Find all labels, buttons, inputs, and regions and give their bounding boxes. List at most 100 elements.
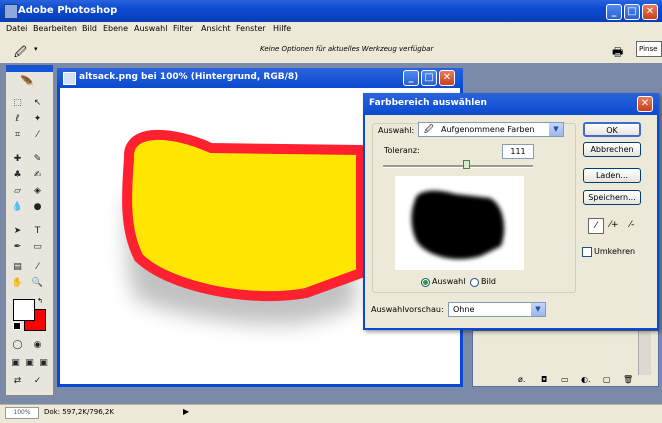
doc-size: Dok: 597,2K/796,2K [44, 408, 114, 416]
menu-bar: Datei Bearbeiten Bild Ebene Auswahl Filt… [0, 22, 662, 37]
toolbox-header [6, 65, 53, 72]
document-minimize-button[interactable]: _ [403, 70, 419, 86]
eyedropper-tool-icon[interactable]: ⁄ [30, 261, 45, 273]
text-tool-icon[interactable]: T [30, 225, 45, 237]
slice-tool-icon[interactable]: ⁄ [30, 129, 45, 141]
auswahl-dropdown[interactable]: 🖉 Aufgenommene Farben ▼ [418, 122, 564, 137]
brush-tool-icon[interactable]: ✎ [30, 153, 45, 165]
dialog-title: Farbbereich auswählen [369, 98, 487, 108]
menu-ansicht[interactable]: Ansicht [201, 24, 231, 33]
layer-style-icon[interactable]: ø. [518, 375, 525, 384]
path-selection-tool-icon[interactable]: ➤ [10, 225, 25, 237]
foreground-color-swatch[interactable] [13, 299, 35, 321]
paint-bucket-tool-icon[interactable]: ◈ [30, 185, 45, 197]
preview-value: Ohne [453, 305, 475, 314]
photoshop-logo-icon [4, 4, 18, 19]
yellow-bag-shape [122, 129, 366, 302]
ok-button[interactable]: OK [583, 122, 641, 137]
selection-mask-image [411, 190, 505, 260]
zoom-level[interactable]: 100% [5, 407, 39, 419]
status-bar: Dok: 597,2K/796,2K ▶ [0, 404, 662, 423]
dodge-tool-icon[interactable]: ● [30, 201, 45, 213]
app-title: Adobe Photoshop [18, 5, 118, 16]
invert-label: Umkehren [594, 247, 636, 256]
menu-fenster[interactable]: Fenster [236, 24, 266, 33]
edit-in-imageready-icon[interactable]: ✓ [30, 375, 45, 387]
move-tool-icon[interactable]: ↖ [30, 97, 45, 109]
healing-brush-tool-icon[interactable]: ✚ [10, 153, 25, 165]
screen-mode-full-icon[interactable]: ▣ [36, 357, 51, 369]
screen-mode-full-menu-icon[interactable]: ▣ [22, 357, 37, 369]
swap-colors-icon[interactable]: ↰ [37, 297, 43, 305]
preview-dropdown[interactable]: Ohne ▼ [448, 302, 546, 317]
eyedropper-add-icon[interactable]: ⁄+ [607, 218, 621, 232]
layers-palette: ø. ◘ ▭ ◐. ▢ 🗑 [472, 330, 659, 387]
menu-datei[interactable]: Datei [6, 24, 27, 33]
chevron-down-icon[interactable]: ▾ [34, 45, 38, 53]
quick-mask-mode-icon[interactable]: ◉ [30, 339, 45, 351]
menu-hilfe[interactable]: Hilfe [273, 24, 291, 33]
toleranz-slider-track[interactable] [383, 165, 533, 168]
marquee-tool-icon[interactable]: ⬚ [10, 97, 25, 109]
menu-bearbeiten[interactable]: Bearbeiten [33, 24, 77, 33]
options-bar: 🖉 ▾ Keine Optionen für aktuelles Werkzeu… [0, 37, 662, 64]
auswahl-label: Auswahl: [378, 126, 415, 135]
radio-bild[interactable] [470, 278, 479, 287]
menu-ebene[interactable]: Ebene [103, 24, 128, 33]
eyedropper-sample-icon[interactable]: ⁄ [588, 218, 604, 234]
document-close-button[interactable]: ✕ [439, 70, 455, 86]
adjustment-layer-icon[interactable]: ◐. [581, 375, 591, 384]
cancel-button[interactable]: Abbrechen [583, 142, 641, 157]
close-button[interactable]: ✕ [642, 4, 658, 20]
rectangle-tool-icon[interactable]: ▭ [30, 241, 45, 253]
screen-mode-standard-icon[interactable]: ▣ [8, 357, 23, 369]
jump-to-imageready-icon[interactable]: ⇄ [10, 375, 25, 387]
eraser-tool-icon[interactable]: ▱ [10, 185, 25, 197]
menu-auswahl[interactable]: Auswahl [134, 24, 167, 33]
chevron-down-icon: ▼ [531, 303, 545, 316]
history-brush-tool-icon[interactable]: ✍ [30, 169, 45, 181]
eyedropper-tool-preset-icon[interactable]: 🖉 [14, 43, 27, 64]
app-title-bar: Adobe Photoshop _ □ ✕ [0, 0, 662, 22]
notes-tool-icon[interactable]: ▤ [10, 261, 25, 273]
toleranz-slider-thumb[interactable] [462, 160, 470, 169]
brushes-palette-tab[interactable]: Pinse [636, 41, 662, 57]
magic-wand-tool-icon[interactable]: ✦ [30, 113, 45, 125]
eyedropper-icon: 🖉 [424, 125, 434, 135]
blur-tool-icon[interactable]: 💧 [10, 201, 25, 213]
status-menu-arrow-icon[interactable]: ▶ [183, 407, 189, 416]
document-maximize-button[interactable]: □ [421, 70, 437, 86]
lasso-tool-icon[interactable]: ℓ [10, 113, 25, 125]
layer-set-icon[interactable]: ▭ [561, 375, 569, 384]
trash-icon[interactable]: 🗑 [623, 375, 633, 384]
document-title: altsack.png bei 100% (Hintergrund, RGB/8… [79, 72, 299, 82]
save-button[interactable]: Speichern... [583, 190, 641, 205]
maximize-button[interactable]: □ [624, 4, 640, 20]
standard-mode-icon[interactable]: ◯ [10, 339, 25, 351]
menu-bild[interactable]: Bild [82, 24, 97, 33]
hand-tool-icon[interactable]: ✋ [10, 277, 25, 289]
menu-filter[interactable]: Filter [173, 24, 193, 33]
default-colors-icon[interactable] [13, 322, 21, 330]
radio-auswahl[interactable] [421, 278, 430, 287]
toleranz-input[interactable]: 111 [502, 144, 534, 159]
pen-tool-icon[interactable]: ✒ [10, 241, 25, 253]
toolbox: 🪶 ⬚ ↖ ℓ ✦ ⌗ ⁄ ✚ ✎ ♣ ✍ ▱ ◈ 💧 ● ➤ T ✒ ▭ ▤ … [5, 64, 54, 396]
stamp-tool-icon[interactable]: ♣ [10, 169, 25, 181]
palette-scrollbar[interactable] [638, 331, 651, 375]
options-message: Keine Optionen für aktuelles Werkzeug ve… [260, 45, 434, 53]
minimize-button[interactable]: _ [606, 4, 622, 20]
dialog-close-button[interactable]: ✕ [637, 96, 653, 112]
selection-preview [395, 176, 524, 270]
crop-tool-icon[interactable]: ⌗ [10, 129, 25, 141]
layer-mask-icon[interactable]: ◘ [541, 375, 547, 384]
load-button[interactable]: Laden... [583, 168, 641, 183]
radio-auswahl-label: Auswahl [432, 277, 466, 286]
new-layer-icon[interactable]: ▢ [603, 375, 611, 384]
dialog-title-bar: Farbbereich auswählen ✕ [363, 93, 659, 115]
eyedropper-subtract-icon[interactable]: ⁄- [625, 218, 639, 232]
printer-icon[interactable]: 🖶 [612, 43, 623, 64]
radio-selected-dot [423, 280, 428, 285]
zoom-tool-icon[interactable]: 🔍 [30, 277, 45, 289]
invert-checkbox[interactable] [582, 247, 592, 257]
